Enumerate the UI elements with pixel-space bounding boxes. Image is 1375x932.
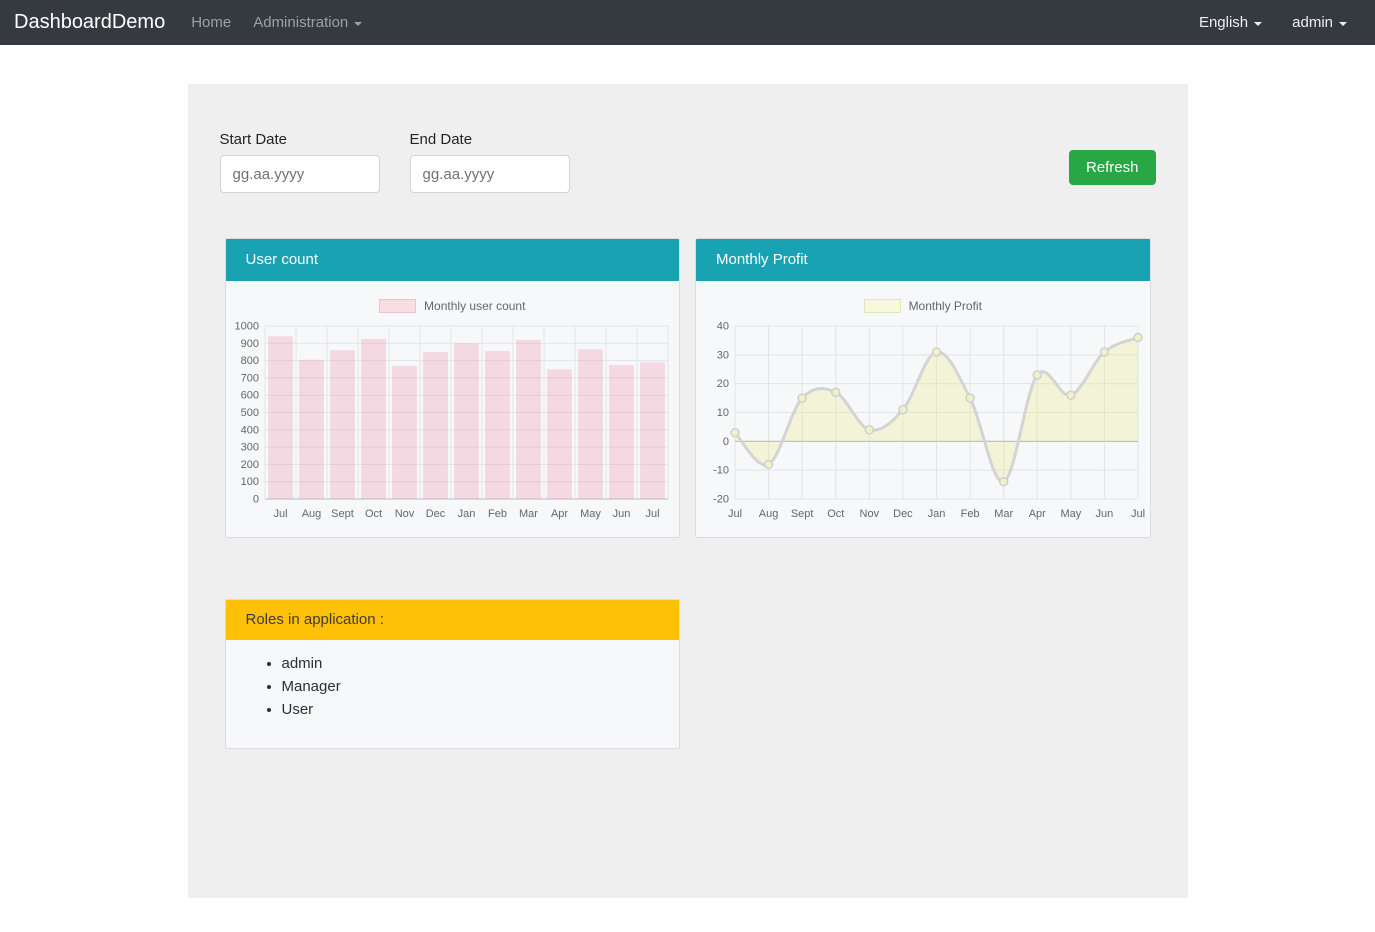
svg-text:Dec: Dec bbox=[425, 508, 445, 520]
svg-text:30: 30 bbox=[717, 349, 729, 361]
nav-item-administration[interactable]: Administration bbox=[253, 14, 362, 31]
start-date-field: Start Date bbox=[220, 131, 380, 193]
app-brand[interactable]: DashboardDemo bbox=[14, 11, 165, 34]
end-date-input[interactable] bbox=[410, 155, 570, 193]
chevron-down-icon bbox=[354, 22, 362, 26]
svg-text:Apr: Apr bbox=[551, 508, 568, 520]
nav-left: Home Administration bbox=[191, 14, 362, 31]
chevron-down-icon bbox=[1254, 22, 1262, 26]
svg-text:300: 300 bbox=[240, 442, 258, 454]
svg-text:20: 20 bbox=[717, 378, 729, 390]
svg-text:200: 200 bbox=[240, 459, 258, 471]
svg-text:Sept: Sept bbox=[791, 508, 814, 520]
monthly-profit-line-chart: -20 -10 0 10 20 30 40 Jul Aug Sept Oct Nov Dec Jan Feb… bbox=[699, 320, 1146, 525]
top-navbar: DashboardDemo Home Administration Englis… bbox=[0, 0, 1375, 45]
svg-text:Aug: Aug bbox=[301, 508, 321, 520]
svg-text:Jun: Jun bbox=[1096, 508, 1114, 520]
user-count-legend: Monthly user count bbox=[228, 298, 678, 314]
svg-text:600: 600 bbox=[240, 390, 258, 402]
language-dropdown[interactable]: English bbox=[1199, 14, 1262, 31]
svg-text:Mar: Mar bbox=[519, 508, 538, 520]
monthly-profit-panel: Monthly Profit Monthly Profit -20 -10 0 10 2… bbox=[695, 238, 1151, 538]
svg-text:Jul: Jul bbox=[728, 508, 742, 520]
refresh-button[interactable]: Refresh bbox=[1069, 150, 1156, 185]
nav-item-home-label: Home bbox=[191, 14, 231, 31]
svg-text:Sept: Sept bbox=[331, 508, 354, 520]
svg-text:40: 40 bbox=[717, 321, 729, 333]
user-dropdown[interactable]: admin bbox=[1292, 14, 1347, 31]
svg-text:Aug: Aug bbox=[759, 508, 779, 520]
roles-list-item: admin bbox=[282, 655, 679, 672]
svg-text:May: May bbox=[1061, 508, 1082, 520]
svg-text:Feb: Feb bbox=[961, 508, 980, 520]
user-count-panel: User count Monthly user count 0 100 200 300… bbox=[225, 238, 681, 538]
svg-text:Oct: Oct bbox=[827, 508, 844, 520]
svg-text:10: 10 bbox=[717, 407, 729, 419]
end-date-field: End Date bbox=[410, 131, 570, 193]
roles-panel: Roles in application : admin Manager Use… bbox=[225, 599, 680, 749]
nav-right: English admin bbox=[1199, 14, 1361, 31]
user-count-bar-chart: 0 100 200 300 400 500 600 700 800 900 1000 Jul Aug Se… bbox=[229, 320, 676, 525]
charts-row: User count Monthly user count 0100200300… bbox=[220, 238, 1156, 538]
svg-text:0: 0 bbox=[253, 494, 259, 506]
user-dropdown-label: admin bbox=[1292, 14, 1333, 31]
monthly-profit-panel-title: Monthly Profit bbox=[716, 251, 808, 268]
monthly-profit-legend: Monthly Profit bbox=[698, 298, 1148, 314]
line-legend-swatch bbox=[864, 299, 901, 313]
monthly-profit-panel-body: Monthly Profit -20 -10 0 10 20 30 40 Jul Aug Sept… bbox=[696, 281, 1150, 525]
end-date-label: End Date bbox=[410, 131, 570, 148]
roles-list-item: User bbox=[282, 701, 679, 718]
nav-item-home[interactable]: Home bbox=[191, 14, 231, 31]
svg-text:100: 100 bbox=[240, 476, 258, 488]
svg-text:400: 400 bbox=[240, 424, 258, 436]
svg-text:700: 700 bbox=[240, 372, 258, 384]
bar-legend-swatch bbox=[379, 299, 416, 313]
user-count-panel-title: User count bbox=[246, 251, 319, 268]
svg-text:Feb: Feb bbox=[488, 508, 507, 520]
nav-item-administration-label: Administration bbox=[253, 14, 348, 31]
svg-text:1000: 1000 bbox=[234, 321, 258, 333]
bar-legend-label: Monthly user count bbox=[424, 299, 525, 313]
svg-text:500: 500 bbox=[240, 407, 258, 419]
svg-text:Oct: Oct bbox=[365, 508, 382, 520]
start-date-input[interactable] bbox=[220, 155, 380, 193]
svg-text:Jul: Jul bbox=[273, 508, 287, 520]
svg-text:Jan: Jan bbox=[928, 508, 946, 520]
date-filter-form: Start Date End Date Refresh bbox=[220, 131, 1156, 193]
svg-text:May: May bbox=[580, 508, 601, 520]
language-dropdown-label: English bbox=[1199, 14, 1248, 31]
roles-list-item: Manager bbox=[282, 678, 679, 695]
roles-panel-body: admin Manager User bbox=[226, 640, 679, 748]
svg-text:Jan: Jan bbox=[457, 508, 475, 520]
svg-text:Jul: Jul bbox=[1131, 508, 1145, 520]
svg-text:0: 0 bbox=[723, 436, 729, 448]
roles-row: Roles in application : admin Manager Use… bbox=[220, 599, 1156, 749]
svg-text:Dec: Dec bbox=[893, 508, 913, 520]
user-count-panel-header: User count bbox=[226, 239, 680, 281]
svg-text:Nov: Nov bbox=[860, 508, 880, 520]
svg-text:Jul: Jul bbox=[645, 508, 659, 520]
svg-text:800: 800 bbox=[240, 355, 258, 367]
dashboard-container: Start Date End Date Refresh User count M… bbox=[188, 84, 1188, 898]
line-legend-label: Monthly Profit bbox=[909, 299, 982, 313]
chevron-down-icon bbox=[1339, 22, 1347, 26]
svg-text:Mar: Mar bbox=[994, 508, 1013, 520]
monthly-profit-panel-header: Monthly Profit bbox=[696, 239, 1150, 281]
svg-text:900: 900 bbox=[240, 338, 258, 350]
svg-text:Jun: Jun bbox=[612, 508, 630, 520]
roles-panel-header: Roles in application : bbox=[226, 600, 679, 640]
start-date-label: Start Date bbox=[220, 131, 380, 148]
user-count-panel-body: Monthly user count 0 100 200 300 400 500 600 70… bbox=[226, 281, 680, 525]
svg-text:-10: -10 bbox=[713, 465, 729, 477]
svg-text:Apr: Apr bbox=[1029, 508, 1046, 520]
roles-list: admin Manager User bbox=[226, 655, 679, 718]
svg-text:Nov: Nov bbox=[394, 508, 414, 520]
roles-panel-title: Roles in application : bbox=[246, 611, 384, 628]
svg-text:-20: -20 bbox=[713, 494, 729, 506]
